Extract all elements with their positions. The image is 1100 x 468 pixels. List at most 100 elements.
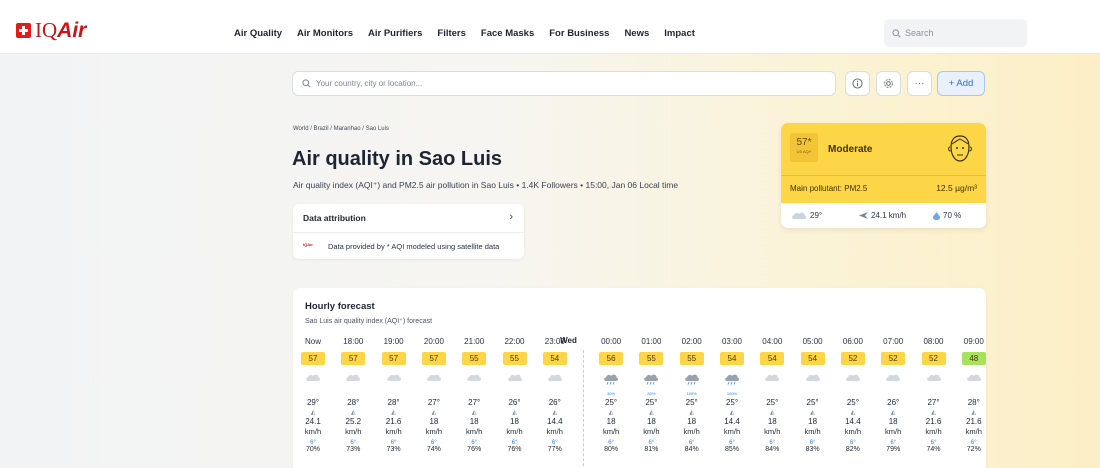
wind-direction-icon: ◭: [729, 410, 735, 416]
forecast-wind-speed: 18: [767, 417, 777, 426]
top-search-input[interactable]: Search: [884, 19, 1027, 47]
forecast-time: 04:00: [762, 337, 783, 346]
chevron-right-icon[interactable]: ›: [509, 211, 513, 223]
forecast-temperature: 25°: [846, 398, 859, 407]
forecast-humidity: 73%: [346, 446, 361, 453]
forecast-aqi-badge: 54: [760, 352, 785, 365]
forecast-humidity: 76%: [467, 446, 482, 453]
forecast-wind-speed: 18: [888, 417, 898, 426]
nav-news[interactable]: News: [624, 28, 649, 39]
wind-direction-icon: ◭: [471, 410, 477, 416]
forecast-column: 03:00 54 100% 25° ◭ 14.4 km/h 6° 85%: [718, 336, 746, 453]
forecast-temperature: 25°: [685, 398, 698, 407]
forecast-wind-speed: 18: [510, 417, 519, 426]
forecast-column: 06:00 52 25° ◭ 14.4 km/h 6° 82%: [839, 336, 867, 453]
location-search-input[interactable]: Your country, city or location...: [292, 71, 836, 96]
forecast-temperature: 25°: [725, 398, 739, 407]
more-options-button[interactable]: ···: [907, 71, 932, 96]
forecast-temperature: 26°: [887, 398, 900, 407]
forecast-aqi-badge: 55: [679, 352, 704, 365]
nav-filters[interactable]: Filters: [437, 28, 466, 39]
nav-air-monitors[interactable]: Air Monitors: [297, 28, 353, 39]
wind-direction-icon: ◭: [608, 410, 614, 416]
cloud-icon: [799, 370, 827, 390]
forecast-temperature: 27°: [927, 398, 940, 407]
cloud-icon: [758, 370, 786, 390]
forecast-wind-unit: km/h: [885, 427, 902, 436]
forecast-wind-unit: km/h: [546, 427, 563, 436]
forecast-humidity: 73%: [386, 446, 401, 453]
forecast-humidity: 77%: [547, 446, 562, 453]
forecast-humidity: 76%: [507, 446, 522, 453]
forecast-wind-unit: km/h: [506, 427, 523, 436]
forecast-subtitle: Sao Luis air quality index (AQI⁺) foreca…: [305, 318, 433, 325]
forecast-column: 18:00 57 28° ◭ 25.2 km/h 6° 73%: [339, 336, 367, 453]
search-icon: [302, 79, 311, 88]
nav-face-masks[interactable]: Face Masks: [481, 28, 534, 39]
forecast-column: 07:00 52 26° ◭ 18 km/h 6° 79%: [879, 336, 907, 453]
forecast-wind-unit: km/h: [345, 427, 362, 436]
forecast-temperature: 27°: [427, 398, 440, 407]
forecast-column: 19:00 57 28° ◭ 21.6 km/h 6° 73%: [380, 336, 408, 453]
page-title: Air quality in Sao Luis: [292, 148, 503, 170]
cloud-icon: [501, 370, 529, 390]
forecast-column: 20:00 57 27° ◭ 18 km/h 6° 74%: [420, 336, 448, 453]
nav-air-quality[interactable]: Air Quality: [234, 28, 282, 39]
logo-text: IQAir: [35, 18, 87, 42]
forecast-temperature: 28°: [387, 398, 400, 407]
data-attribution-card[interactable]: Data attribution › IQAir Data provided b…: [293, 204, 524, 259]
forecast-columns[interactable]: Now 57 29° ◭ 24.1 km/h 6° 70% 18:00 57 28° ◭ 25.2 km/…: [293, 336, 986, 468]
forecast-aqi-badge: 54: [800, 352, 825, 365]
wind-direction-icon: ◭: [971, 410, 977, 416]
forecast-time: 20:00: [423, 337, 444, 346]
cloud-icon: [879, 370, 907, 390]
more-label: ···: [914, 78, 925, 89]
wind-direction-icon: ◭: [769, 410, 775, 416]
forecast-temperature: 25°: [645, 398, 658, 407]
forecast-column: 02:00 55 100% 25° ◭ 18 km/h 6° 84%: [678, 336, 706, 453]
nav-for-business[interactable]: For Business: [549, 28, 609, 39]
weather-wind: 24.1 km/h: [859, 211, 906, 220]
forecast-time: 09:00: [963, 337, 984, 346]
nav-impact[interactable]: Impact: [664, 28, 695, 39]
forecast-aqi-badge: 52: [921, 352, 946, 365]
cloud-icon: [420, 370, 448, 390]
forecast-humidity: 70%: [305, 446, 320, 453]
forecast-humidity: 84%: [684, 446, 699, 453]
forecast-wind-unit: km/h: [304, 427, 322, 436]
forecast-humidity: 81%: [644, 446, 659, 453]
pm25-concentration: 12.5 µg/m³: [936, 183, 977, 193]
weather-row: 29° 24.1 km/h 70 %: [781, 203, 986, 228]
forecast-humidity: 85%: [724, 446, 739, 453]
forecast-wind-unit: km/h: [466, 427, 483, 436]
nav-air-purifiers[interactable]: Air Purifiers: [368, 28, 422, 39]
aqi-card-top: 57* US AQI* Moderate Main pollutant: PM2…: [781, 123, 986, 203]
hourly-forecast-card: Hourly forecast Sao Luis air quality ind…: [293, 288, 986, 468]
forecast-humidity: 83%: [805, 446, 820, 453]
forecast-aqi-badge: 55: [639, 352, 664, 365]
iqair-logo[interactable]: IQAir: [16, 18, 87, 42]
rain-chance: 100%: [686, 391, 697, 396]
forecast-wind-speed: 18: [808, 417, 818, 426]
forecast-column: 23:00 54 26° ◭ 14.4 km/h 6° 77%: [541, 336, 569, 453]
cloud-icon: [839, 370, 867, 390]
aqi-unit: US AQI*: [796, 149, 812, 154]
wind-direction-icon: ◭: [391, 410, 396, 416]
add-location-button[interactable]: + Add: [937, 71, 985, 96]
settings-button[interactable]: [876, 71, 901, 96]
attribution-text: Data provided by * AQI modeled using sat…: [328, 242, 500, 251]
info-button[interactable]: [845, 71, 870, 96]
weather-temperature: 29°: [791, 211, 822, 220]
forecast-temperature: 27°: [468, 398, 481, 407]
breadcrumb[interactable]: World / Brazil / Maranhao / Sao Luis: [293, 126, 389, 132]
forecast-time: 22:00: [504, 337, 525, 346]
forecast-time: 03:00: [721, 337, 743, 346]
forecast-wind-unit: km/h: [723, 427, 741, 436]
cloud-icon: [920, 370, 948, 390]
cloud-icon: [792, 212, 807, 219]
forecast-temperature: 28°: [347, 398, 360, 407]
forecast-humidity: 82%: [845, 446, 860, 453]
forecast-time: 19:00: [383, 337, 404, 346]
wind-direction-icon: ◭: [310, 410, 316, 416]
forecast-wind-speed: 18: [429, 417, 439, 426]
